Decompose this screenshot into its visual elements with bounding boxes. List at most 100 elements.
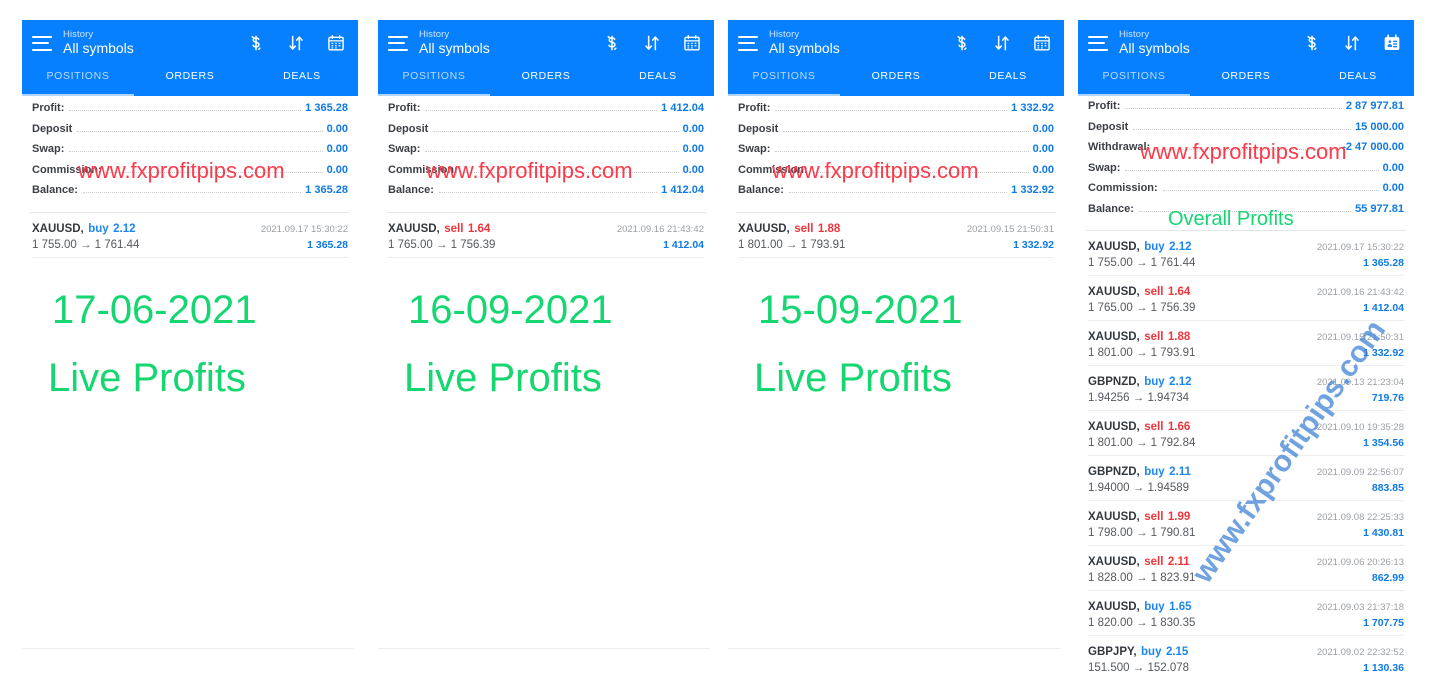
sort-arrows-icon[interactable]: [642, 33, 662, 53]
menu-icon[interactable]: [388, 35, 408, 51]
header-actions: [602, 33, 702, 53]
summary-row: Deposit 15 000.00: [1088, 121, 1404, 142]
summary-label: Balance:: [32, 184, 78, 196]
summary-row: Swap: 0.00: [32, 143, 348, 164]
tab-positions-label: POSITIONS: [752, 70, 816, 82]
row-profit: 1 130.36: [1363, 662, 1404, 674]
row-volume: 1.64: [467, 222, 491, 235]
row-volume: 2.11: [1167, 556, 1190, 568]
table-row[interactable]: XAUUSD, buy 2.12 2021.09.17 15:30:22 1 7…: [32, 213, 348, 258]
tab-deals[interactable]: DEALS: [952, 66, 1064, 96]
row-profit: 1 332.92: [1363, 347, 1404, 359]
summary-value: 0.00: [326, 122, 348, 135]
dot-leader: [1138, 210, 1352, 212]
menu-icon[interactable]: [738, 35, 758, 51]
header-subtitle: History: [769, 29, 800, 41]
summary-row: Balance: 1 332.92: [738, 184, 1054, 205]
row-side: buy: [1144, 466, 1165, 478]
money-flow-icon[interactable]: [602, 33, 622, 53]
tab-deals[interactable]: DEALS: [246, 66, 358, 96]
deal-list: XAUUSD, sell 1.88 2021.09.15 21:50:31 1 …: [728, 213, 1064, 258]
sort-arrows-icon[interactable]: [992, 33, 1012, 53]
dot-leader: [1133, 128, 1352, 130]
calendar-filled-icon[interactable]: [1382, 33, 1402, 53]
account-summary: Profit: 1 365.28 Deposit 0.00 Swap: 0.00 Co…: [22, 96, 358, 209]
table-row[interactable]: XAUUSD, sell 1.88 2021.09.15 21:50:31 1 …: [738, 213, 1054, 258]
sort-arrows-icon[interactable]: [286, 33, 306, 53]
tab-bar: POSITIONS ORDERS DEALS: [1078, 66, 1414, 96]
row-profit: 1 412.04: [1363, 302, 1404, 314]
dot-leader: [775, 110, 1008, 111]
money-flow-icon[interactable]: [1302, 33, 1322, 53]
table-row[interactable]: XAUUSD, sell 1.64 2021.09.16 21:43:42 1 …: [388, 213, 704, 258]
row-prices: 1 801.00 → 1 792.84: [1088, 437, 1196, 449]
row-time: 2021.09.15 21:50:31: [966, 223, 1054, 235]
table-row[interactable]: XAUUSD, sell 1.64 2021.09.16 21:43:42 1 76…: [1088, 276, 1404, 321]
dot-leader: [1125, 108, 1342, 109]
summary-row: Deposit 0.00: [388, 123, 704, 144]
row-prices: 1 801.00 → 1 793.91: [738, 238, 846, 251]
table-row[interactable]: XAUUSD, sell 1.99 2021.09.08 22:25:33 1 79…: [1088, 501, 1404, 546]
caption-live-profits: Live Profits: [48, 356, 246, 400]
summary-label: Swap:: [388, 143, 421, 155]
row-volume: 1.88: [1167, 331, 1191, 343]
tab-positions-label: POSITIONS: [1102, 70, 1166, 82]
table-row[interactable]: GBPJPY, buy 2.15 2021.09.02 22:32:52 151.5…: [1088, 636, 1404, 675]
tab-positions[interactable]: POSITIONS: [378, 66, 490, 96]
dot-leader: [69, 151, 323, 152]
header-subtitle: History: [1119, 29, 1150, 41]
tab-bar: POSITIONS ORDERS DEALS: [378, 66, 714, 96]
menu-icon[interactable]: [1088, 35, 1108, 51]
tab-positions-label: POSITIONS: [46, 70, 110, 82]
sort-arrows-icon[interactable]: [1342, 33, 1362, 53]
header-title: All symbols: [1119, 40, 1190, 57]
summary-value: 55 977.81: [1355, 202, 1404, 215]
dot-leader: [77, 130, 323, 132]
dot-leader: [1155, 149, 1339, 150]
summary-row: Balance: 1 412.04: [388, 184, 704, 205]
row-symbol: XAUUSD,: [1088, 286, 1140, 298]
table-row[interactable]: GBPNZD, buy 2.11 2021.09.09 22:56:07 1.940…: [1088, 456, 1404, 501]
table-row[interactable]: XAUUSD, sell 2.11 2021.09.06 20:26:13 1 82…: [1088, 546, 1404, 591]
row-side: sell: [1144, 556, 1164, 568]
caption-live-profits: Live Profits: [404, 356, 602, 400]
table-row[interactable]: XAUUSD, sell 1.88 2021.09.15 21:50:31 1 80…: [1088, 321, 1404, 366]
app-header: History All symbols POSITIONS ORDERS DEA…: [1078, 20, 1414, 96]
summary-value: 0.00: [1032, 122, 1054, 135]
app-header: History All symbols POSITIONS ORDERS DEA…: [378, 20, 714, 96]
tab-orders[interactable]: ORDERS: [840, 66, 952, 96]
row-time: 2021.09.16 21:43:42: [1316, 287, 1404, 298]
table-row[interactable]: XAUUSD, buy 2.12 2021.09.17 15:30:22 1 755…: [1088, 231, 1404, 276]
header-title: All symbols: [419, 40, 490, 57]
row-time: 2021.09.10 19:35:28: [1316, 422, 1404, 433]
tab-deals[interactable]: DEALS: [602, 66, 714, 96]
header-actions: [952, 33, 1052, 53]
money-flow-icon[interactable]: [952, 33, 972, 53]
row-prices: 1.94256 → 1.94734: [1088, 392, 1190, 404]
tab-orders[interactable]: ORDERS: [490, 66, 602, 96]
summary-row: Commission: 0.00: [1088, 182, 1404, 203]
calendar-icon[interactable]: [682, 33, 702, 53]
row-profit: 1 707.75: [1363, 617, 1404, 629]
caption-date: 16-09-2021: [408, 288, 613, 332]
calendar-icon[interactable]: [1032, 33, 1052, 53]
tab-orders[interactable]: ORDERS: [134, 66, 246, 96]
tab-positions[interactable]: POSITIONS: [728, 66, 840, 96]
table-row[interactable]: XAUUSD, sell 1.66 2021.09.10 19:35:28 1 80…: [1088, 411, 1404, 456]
header-titles: History All symbols: [63, 30, 246, 56]
tab-orders[interactable]: ORDERS: [1190, 66, 1302, 96]
calendar-icon[interactable]: [326, 33, 346, 53]
tab-deals[interactable]: DEALS: [1302, 66, 1414, 96]
row-time: 2021.09.17 15:30:22: [1316, 242, 1404, 253]
summary-value: 1 365.28: [305, 184, 348, 196]
tab-deals-label: DEALS: [989, 70, 1027, 82]
summary-value: 0.00: [1382, 182, 1404, 194]
table-row[interactable]: GBPNZD, buy 2.12 2021.09.13 21:23:04 1.942…: [1088, 366, 1404, 411]
money-flow-icon[interactable]: [246, 33, 266, 53]
tab-positions[interactable]: POSITIONS: [1078, 66, 1190, 96]
tab-positions[interactable]: POSITIONS: [22, 66, 134, 96]
header-title: All symbols: [769, 40, 840, 57]
table-row[interactable]: XAUUSD, buy 1.65 2021.09.03 21:37:18 1 820…: [1088, 591, 1404, 636]
row-time: 2021.09.16 21:43:42: [616, 223, 704, 235]
menu-icon[interactable]: [32, 35, 52, 51]
